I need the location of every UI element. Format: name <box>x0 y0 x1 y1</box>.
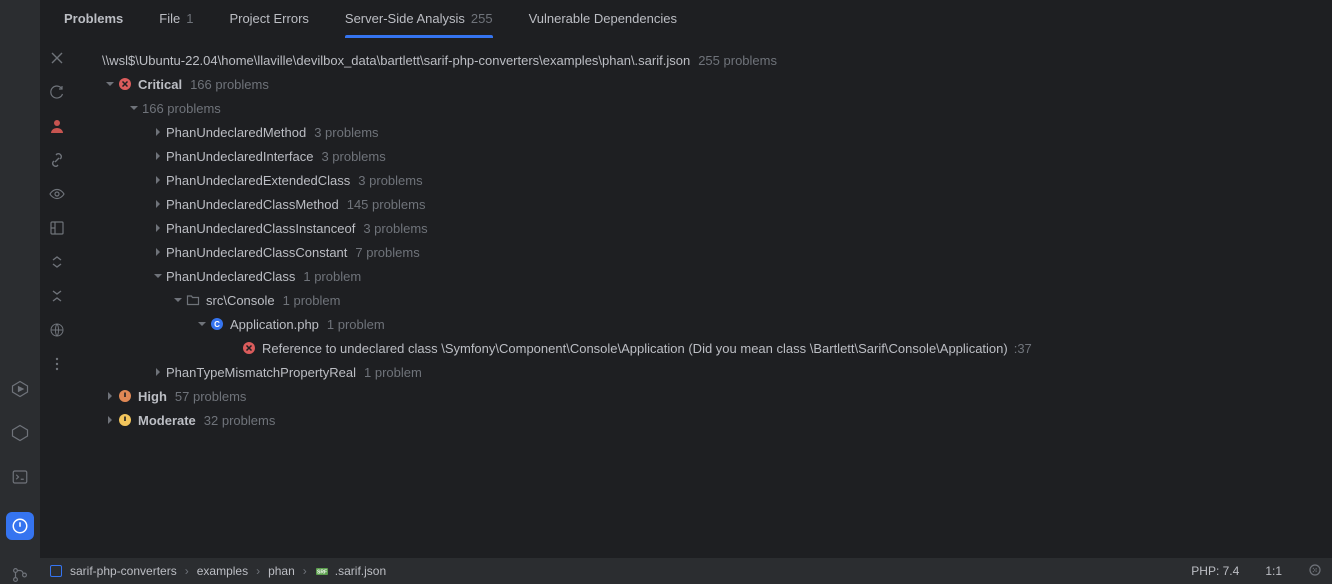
folder-icon <box>186 293 200 307</box>
collapse-icon[interactable] <box>49 288 65 304</box>
tab-problems[interactable]: Problems <box>64 0 123 37</box>
chevron-right-icon: › <box>303 564 307 578</box>
tab-server-side-analysis[interactable]: Server-Side Analysis255 <box>345 0 493 37</box>
warning-yellow-icon <box>118 413 132 427</box>
breadcrumb-item[interactable]: SRF .sarif.json <box>315 564 386 578</box>
chevron-right-icon: › <box>185 564 189 578</box>
category-row[interactable]: PhanTypeMismatchPropertyReal1 problem <box>74 360 1332 384</box>
error-icon <box>118 77 132 91</box>
git-icon[interactable] <box>11 566 29 584</box>
svg-text:C: C <box>214 320 220 329</box>
category-row[interactable]: PhanUndeclaredInterface3 problems <box>74 144 1332 168</box>
breadcrumb-item[interactable]: sarif-php-converters <box>70 564 177 578</box>
chevron-down-icon[interactable] <box>194 319 210 329</box>
status-bar: sarif-php-converters › examples › phan ›… <box>40 558 1332 584</box>
category-row[interactable]: PhanUndeclaredMethod3 problems <box>74 120 1332 144</box>
link-icon[interactable] <box>49 152 65 168</box>
notifications-icon[interactable] <box>1308 563 1322 580</box>
svg-text:SRF: SRF <box>317 570 327 576</box>
more-icon[interactable] <box>49 356 65 372</box>
severity-critical-row[interactable]: Critical166 problems <box>74 72 1332 96</box>
folder-row[interactable]: src\Console1 problem <box>74 288 1332 312</box>
tabs: Problems File1 Project Errors Server-Sid… <box>40 0 1332 38</box>
breadcrumb-item[interactable]: examples <box>197 564 248 578</box>
category-row[interactable]: PhanUndeclaredClassInstanceof3 problems <box>74 216 1332 240</box>
ring-icon[interactable] <box>11 424 29 442</box>
terminal-icon[interactable] <box>11 468 29 486</box>
user-icon[interactable] <box>49 118 65 134</box>
problems-icon[interactable] <box>6 512 34 540</box>
chevron-down-icon[interactable] <box>170 295 186 305</box>
breadcrumb-item[interactable]: phan <box>268 564 295 578</box>
layout-icon[interactable] <box>49 220 65 236</box>
file-header-row[interactable]: \\wsl$\Ubuntu-22.04\home\llaville\devilb… <box>74 48 1332 72</box>
php-version[interactable]: PHP: 7.4 <box>1191 564 1239 578</box>
chevron-right-icon[interactable] <box>150 199 166 209</box>
refresh-icon[interactable] <box>49 84 65 100</box>
problems-tree: \\wsl$\Ubuntu-22.04\home\llaville\devilb… <box>74 38 1332 558</box>
category-row[interactable]: PhanUndeclaredClass1 problem <box>74 264 1332 288</box>
tab-vulnerable-dependencies[interactable]: Vulnerable Dependencies <box>529 0 677 37</box>
sarif-file-icon: SRF <box>315 564 329 578</box>
close-icon[interactable] <box>49 50 65 66</box>
chevron-right-icon[interactable] <box>102 415 118 425</box>
severity-high-row[interactable]: High57 problems <box>74 384 1332 408</box>
chevron-right-icon[interactable] <box>150 367 166 377</box>
severity-moderate-row[interactable]: Moderate32 problems <box>74 408 1332 432</box>
chevron-right-icon[interactable] <box>102 391 118 401</box>
error-message-row[interactable]: Reference to undeclared class \Symfony\C… <box>74 336 1332 360</box>
chevron-right-icon[interactable] <box>150 223 166 233</box>
error-icon <box>242 341 256 355</box>
category-row[interactable]: PhanUndeclaredClassConstant7 problems <box>74 240 1332 264</box>
critical-group-row[interactable]: 166 problems <box>74 96 1332 120</box>
category-row[interactable]: PhanUndeclaredClassMethod145 problems <box>74 192 1332 216</box>
warning-orange-icon <box>118 389 132 403</box>
category-row[interactable]: PhanUndeclaredExtendedClass3 problems <box>74 168 1332 192</box>
module-icon[interactable] <box>50 565 62 577</box>
chevron-right-icon[interactable] <box>150 151 166 161</box>
chevron-right-icon[interactable] <box>150 127 166 137</box>
chevron-down-icon[interactable] <box>150 271 166 281</box>
eye-icon[interactable] <box>49 186 65 202</box>
play-icon[interactable] <box>11 380 29 398</box>
tab-project-errors[interactable]: Project Errors <box>229 0 308 37</box>
chevron-down-icon[interactable] <box>102 79 118 89</box>
chevron-right-icon: › <box>256 564 260 578</box>
file-row[interactable]: C Application.php1 problem <box>74 312 1332 336</box>
cursor-position[interactable]: 1:1 <box>1265 564 1282 578</box>
tab-file[interactable]: File1 <box>159 0 193 37</box>
chevron-right-icon[interactable] <box>150 247 166 257</box>
expand-icon[interactable] <box>49 254 65 270</box>
chevron-right-icon[interactable] <box>150 175 166 185</box>
chevron-down-icon[interactable] <box>126 103 142 113</box>
php-class-icon: C <box>210 317 224 331</box>
tool-column <box>40 38 74 558</box>
globe-icon[interactable] <box>49 322 65 338</box>
